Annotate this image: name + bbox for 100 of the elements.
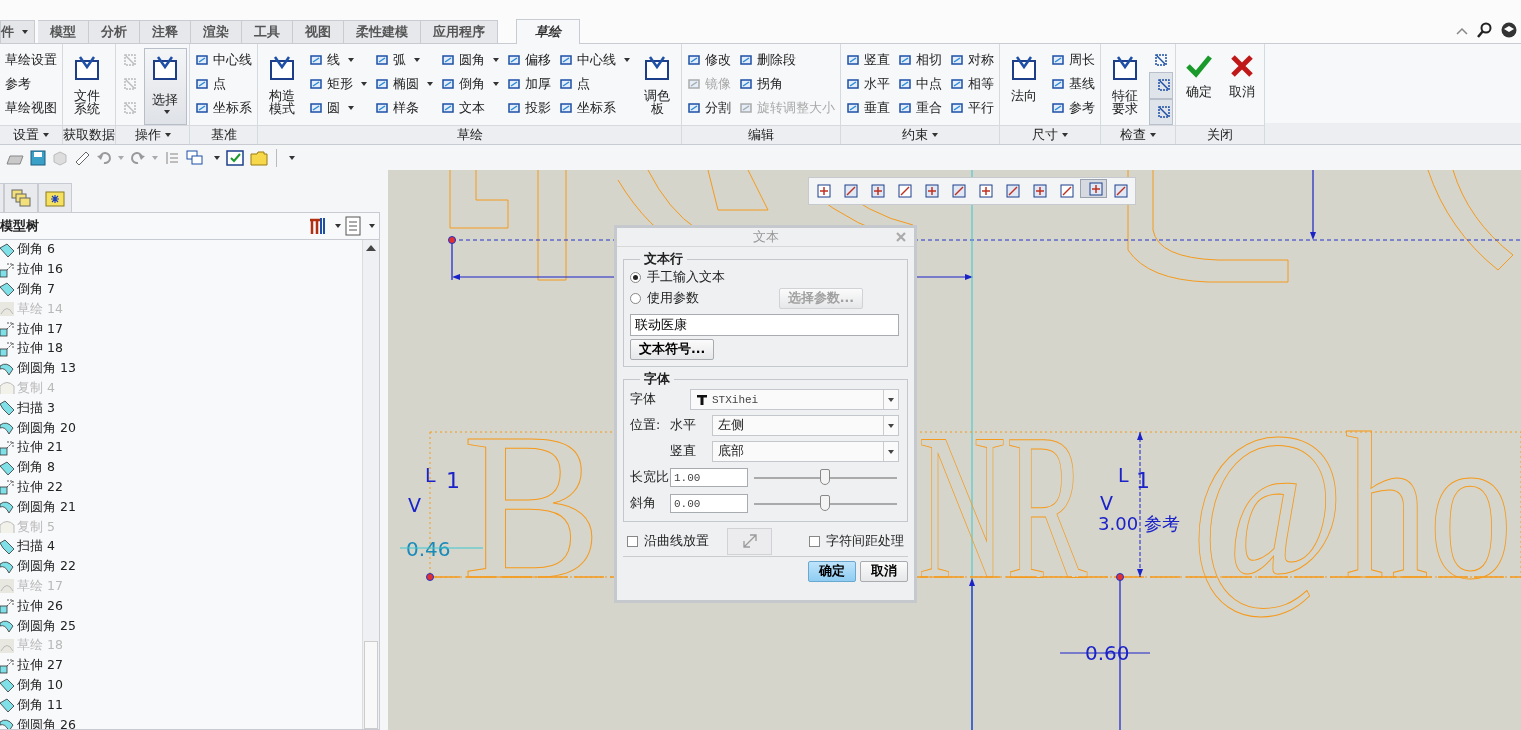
tree-item[interactable]: 拉伸 26 (0, 596, 362, 617)
ribbon-button[interactable]: 选择 (144, 48, 187, 125)
ribbon-button[interactable]: 删除段 (736, 48, 838, 72)
ribbon-button[interactable]: 竖直 (843, 48, 893, 72)
caret-icon[interactable] (214, 155, 220, 160)
ribbon-button[interactable]: 垂直 (843, 96, 893, 120)
tree-item[interactable]: 拉伸 27 (0, 655, 362, 676)
ribbon-button[interactable]: 椭圆 (372, 72, 436, 96)
character-outline[interactable] (537, 170, 567, 281)
ribbon-button[interactable]: 分割 (684, 96, 734, 120)
ruler-icon[interactable] (74, 149, 90, 166)
tree-item[interactable]: 倒角 6 (0, 240, 362, 260)
ribbon-button[interactable]: 草绘设置 (2, 48, 60, 72)
font-dropdown[interactable]: STXihei (690, 389, 899, 410)
radio-label[interactable]: 使用参数 (647, 289, 699, 307)
ribbon-button[interactable]: 重合 (895, 96, 945, 120)
ribbon-button[interactable]: 中心线 (192, 48, 255, 72)
ribbon-button[interactable]: 修改 (684, 48, 734, 72)
number-input-field[interactable]: 0.00 (670, 494, 748, 513)
panel-tab[interactable] (38, 183, 72, 212)
text-input-field[interactable]: 联动医康 (630, 314, 899, 336)
dimension-line[interactable] (969, 578, 975, 730)
scrollbar[interactable] (362, 240, 379, 729)
ribbon-button[interactable]: 水平 (843, 72, 893, 96)
caret-icon[interactable] (289, 155, 295, 160)
caret-icon[interactable] (369, 224, 375, 228)
ribbon-tab[interactable]: 渲染 (191, 20, 242, 43)
help-icon[interactable] (1501, 22, 1517, 38)
ribbon-button[interactable]: 基线 (1048, 72, 1098, 96)
dimension-label[interactable]: 3.00 参考 (1098, 513, 1180, 534)
tree-item[interactable]: 扫描 3 (0, 398, 362, 419)
checkbox-label[interactable]: 字符间距处理 (826, 532, 904, 550)
ribbon-button[interactable]: 周长 (1048, 48, 1098, 72)
ribbon-button[interactable]: 调色板 (635, 48, 679, 122)
ribbon-button[interactable]: 参考 (1048, 96, 1098, 120)
slider-thumb[interactable] (819, 494, 830, 511)
dimension-label[interactable]: L (425, 464, 436, 486)
tree-item[interactable]: 倒圆角 25 (0, 616, 362, 636)
ribbon-tab[interactable]: 模型 (38, 20, 89, 43)
caret-icon[interactable] (335, 224, 341, 228)
ribbon-button[interactable]: 线 (306, 48, 370, 72)
ribbon-tab[interactable]: 草绘 (516, 19, 580, 44)
ribbon-button[interactable]: 对称 (947, 48, 997, 72)
radio-button[interactable] (630, 292, 641, 304)
tree-item[interactable]: 倒圆角 13 (0, 358, 362, 379)
ribbon-button[interactable]: 样条 (372, 96, 436, 120)
redo-icon[interactable] (130, 149, 146, 166)
ribbon-button[interactable]: 圆 (306, 96, 370, 120)
ribbon-tab[interactable]: 应用程序 (421, 20, 498, 43)
tree-item[interactable]: 倒角 10 (0, 675, 362, 696)
toolbar-button[interactable] (1149, 72, 1173, 99)
checkbox[interactable] (809, 535, 820, 547)
tree-item[interactable]: 倒角 11 (0, 695, 362, 716)
checkbox-window-icon[interactable] (226, 149, 244, 166)
ribbon-button[interactable]: 中点 (895, 72, 945, 96)
group-label[interactable]: 检查 (1120, 126, 1146, 144)
ribbon-tab[interactable]: 分析 (89, 20, 140, 43)
tree-item[interactable]: 倒角 7 (0, 279, 362, 300)
ribbon-button[interactable]: 相等 (947, 72, 997, 96)
panel-tab[interactable] (4, 183, 38, 212)
ribbon-button[interactable]: 偏移 (504, 48, 554, 72)
save-icon[interactable] (30, 149, 46, 166)
search-icon[interactable] (1477, 22, 1493, 38)
close-icon[interactable] (896, 232, 906, 242)
tree-item[interactable]: 拉伸 16 (0, 259, 362, 280)
ribbon-button[interactable]: 加厚 (504, 72, 554, 96)
tools-icon[interactable] (307, 216, 327, 236)
file-menu[interactable]: 件 (0, 20, 35, 43)
tree-item[interactable]: 倒角 8 (0, 457, 362, 478)
number-input-field[interactable]: 1.00 (670, 468, 748, 487)
ribbon-button[interactable]: 构造模式 (260, 48, 304, 122)
group-label[interactable]: 约束 (902, 126, 928, 144)
cancel-button[interactable]: 取消 (1222, 48, 1262, 122)
tree-item[interactable]: 拉伸 17 (0, 319, 362, 339)
ribbon-button[interactable]: 文本 (438, 96, 502, 120)
ribbon-tab[interactable]: 工具 (242, 20, 293, 43)
tree-item[interactable]: 扫描 4 (0, 536, 362, 557)
dimension-line[interactable] (1310, 170, 1316, 240)
dimension-label[interactable]: L (1118, 464, 1129, 486)
ribbon-button[interactable]: 坐标系 (556, 96, 633, 120)
group-label[interactable]: 设置 (13, 126, 39, 144)
checkbox-label[interactable]: 沿曲线放置 (644, 532, 709, 550)
dimension-label[interactable]: 1 (446, 468, 460, 493)
cancel-button[interactable]: 取消 (860, 561, 908, 582)
ribbon-tab[interactable]: 注释 (140, 20, 191, 43)
ribbon-button[interactable]: 投影 (504, 96, 554, 120)
regenerate-icon[interactable] (164, 149, 180, 166)
view-toolbar-button[interactable] (1080, 179, 1107, 198)
sketch-point-icon[interactable] (448, 236, 456, 244)
radio-button[interactable] (630, 271, 641, 283)
dimension-label[interactable]: 1 (1136, 468, 1150, 493)
ok-button[interactable]: 确定 (808, 561, 856, 582)
tree-item[interactable]: 倒圆角 20 (0, 418, 362, 438)
folder-icon[interactable] (250, 149, 268, 166)
alignment-dropdown[interactable]: 左侧 (712, 415, 899, 436)
tree-item[interactable]: 拉伸 22 (0, 477, 362, 498)
scroll-up-icon[interactable] (366, 245, 376, 251)
tree-item[interactable]: 倒圆角 21 (0, 497, 362, 518)
tree-item[interactable]: 拉伸 18 (0, 339, 362, 359)
ribbon-button[interactable]: 点 (192, 72, 255, 96)
